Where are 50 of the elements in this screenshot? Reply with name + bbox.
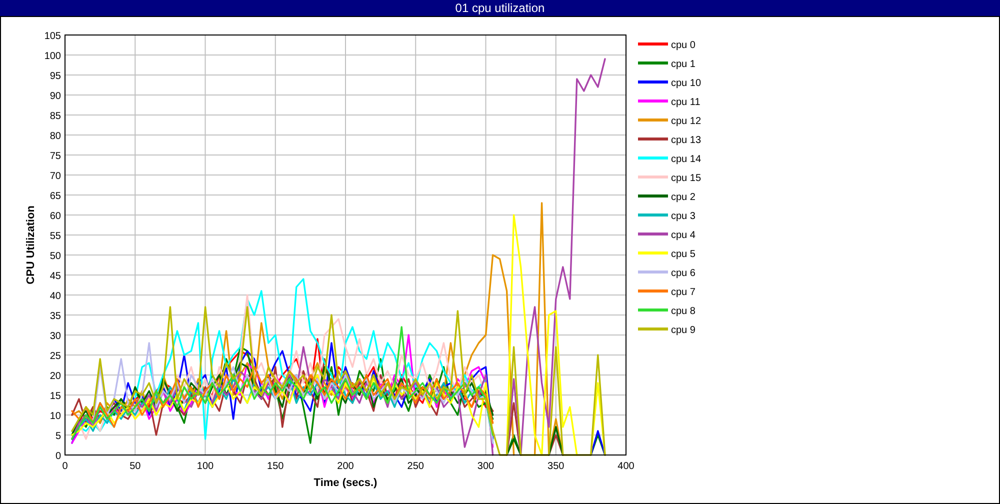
axis-tick-label: 0 <box>55 451 61 462</box>
legend-label: cpu 14 <box>671 154 702 165</box>
axis-tick-label: 25 <box>50 351 61 362</box>
axis-tick-label: 75 <box>50 151 61 162</box>
legend-label: cpu 8 <box>671 306 696 317</box>
legend-label: cpu 0 <box>671 40 696 51</box>
legend-label: cpu 6 <box>671 268 696 279</box>
axis-tick-label: 100 <box>44 51 61 62</box>
axis-tick-label: 40 <box>50 291 61 302</box>
legend-label: cpu 11 <box>671 97 700 108</box>
axis-tick-label: 50 <box>50 251 61 262</box>
axis-tick-label: 95 <box>50 71 61 82</box>
axis-title: CPU Utilization <box>25 206 37 284</box>
axis-tick-label: 60 <box>50 211 61 222</box>
legend-label: cpu 7 <box>671 287 696 298</box>
axis-tick-label: 80 <box>50 131 61 142</box>
legend-label: cpu 9 <box>671 325 696 336</box>
axis-tick-label: 50 <box>130 461 141 472</box>
axis-tick-label: 105 <box>44 31 61 42</box>
legend-label: cpu 13 <box>671 135 702 146</box>
axis-tick-label: 85 <box>50 111 61 122</box>
legend-label: cpu 10 <box>671 78 702 89</box>
legend-label: cpu 2 <box>671 192 696 203</box>
axis-tick-label: 20 <box>50 371 61 382</box>
axis-tick-label: 250 <box>407 461 424 472</box>
legend-label: cpu 15 <box>671 173 702 184</box>
axis-title: Time (secs.) <box>314 477 378 489</box>
axis-tick-label: 35 <box>50 311 61 322</box>
legend-label: cpu 5 <box>671 249 696 260</box>
axis-tick-label: 65 <box>50 191 61 202</box>
axis-tick-label: 45 <box>50 271 61 282</box>
window-title: 01 cpu utilization <box>0 0 1000 16</box>
axis-tick-label: 10 <box>50 411 61 422</box>
axis-tick-label: 0 <box>62 461 68 472</box>
axis-tick-label: 350 <box>548 461 564 472</box>
legend-label: cpu 1 <box>671 59 696 70</box>
axis-tick-label: 55 <box>50 231 61 242</box>
axis-tick-label: 70 <box>50 171 61 182</box>
axis-tick-label: 5 <box>55 431 61 442</box>
axis-tick-label: 100 <box>196 461 214 472</box>
axis-tick-label: 90 <box>50 91 61 102</box>
axis-tick-label: 200 <box>337 461 354 472</box>
legend-label: cpu 12 <box>671 116 702 127</box>
axis-tick-label: 30 <box>50 331 61 342</box>
axis-tick-label: 400 <box>618 461 634 472</box>
legend-label: cpu 4 <box>671 230 696 241</box>
legend-label: cpu 3 <box>671 211 696 222</box>
axis-tick-label: 15 <box>50 391 61 402</box>
axis-tick-label: 150 <box>267 461 284 472</box>
axis-tick-label: 300 <box>477 461 494 472</box>
